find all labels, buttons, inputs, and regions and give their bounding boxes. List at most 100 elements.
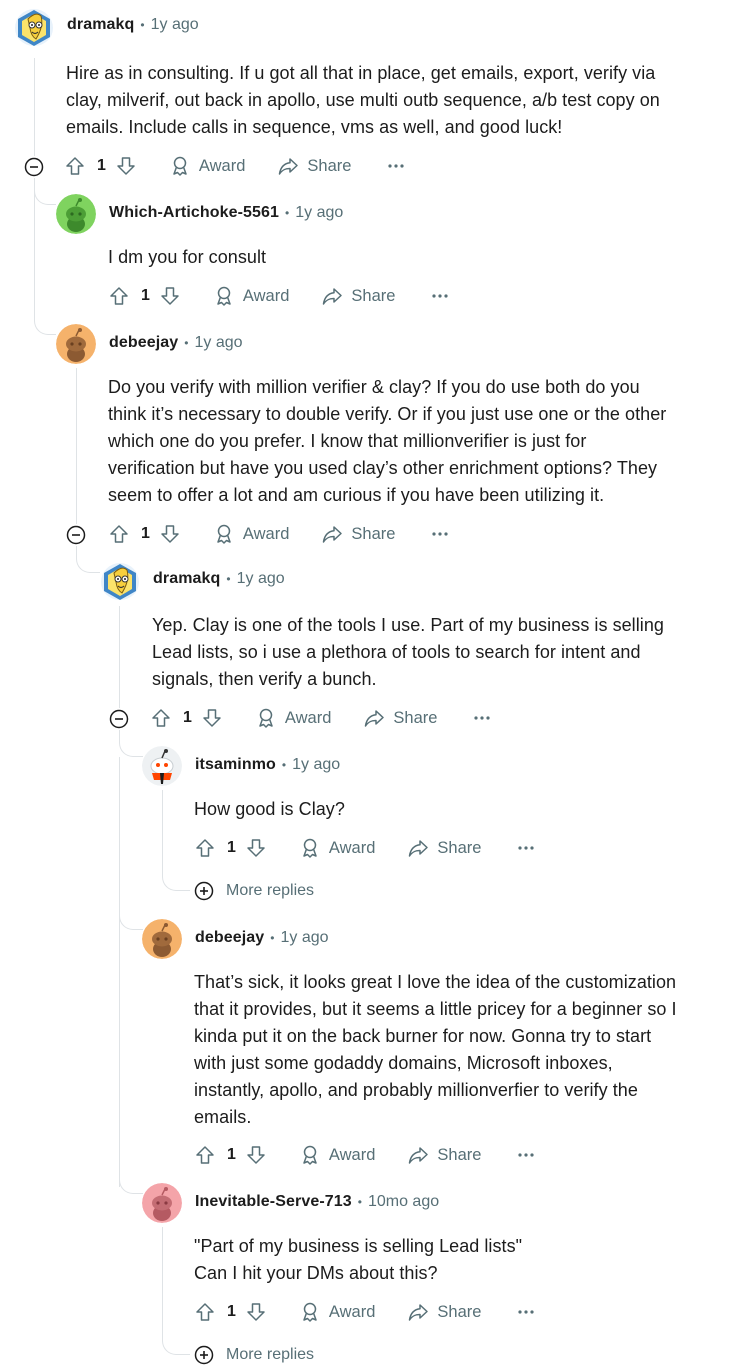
collapse-thread-button[interactable]: [66, 525, 86, 545]
more-options-button[interactable]: [431, 293, 449, 299]
downvote-button[interactable]: [245, 1144, 267, 1166]
comment-line: clay, milverif, out back in apollo, use …: [66, 90, 660, 110]
share-button[interactable]: Share: [407, 1301, 481, 1323]
comment-author[interactable]: dramakq: [153, 570, 220, 588]
share-button[interactable]: Share: [321, 523, 395, 545]
share-button[interactable]: Share: [321, 285, 395, 307]
downvote-icon: [247, 1146, 265, 1164]
snoo-pink-avatar-icon[interactable]: [142, 1183, 182, 1223]
comment-header: debeejay • 1y ago: [142, 919, 542, 959]
award-button[interactable]: Award: [299, 837, 375, 859]
more-options-button[interactable]: [517, 1152, 535, 1158]
comment-time[interactable]: 10mo ago: [368, 1193, 439, 1211]
banana-avatar-icon[interactable]: [14, 6, 54, 46]
downvote-button[interactable]: [159, 523, 181, 545]
upvote-icon: [152, 709, 170, 727]
share-button[interactable]: Share: [363, 707, 437, 729]
downvote-button[interactable]: [115, 155, 137, 177]
meta-separator: •: [357, 1195, 362, 1209]
comment-line: which one do you prefer. I know that mil…: [108, 431, 587, 451]
upvote-button[interactable]: [64, 155, 86, 177]
upvote-button[interactable]: [150, 707, 172, 729]
comment-line: emails.: [194, 1107, 252, 1127]
downvote-button[interactable]: [201, 707, 223, 729]
comment-author[interactable]: debeejay: [109, 334, 178, 352]
share-icon: [323, 526, 343, 543]
snoo-green-avatar-icon[interactable]: [56, 194, 96, 234]
more-options-button[interactable]: [517, 845, 535, 851]
award-icon: [217, 286, 231, 306]
more-horizontal-icon: [518, 1153, 535, 1157]
thread-connector: [76, 546, 100, 573]
more-replies-button[interactable]: More replies: [194, 1344, 314, 1366]
upvote-button[interactable]: [194, 1144, 216, 1166]
more-options-button[interactable]: [431, 531, 449, 537]
upvote-button[interactable]: [108, 523, 130, 545]
comment-header: dramakq • 1y ago: [14, 6, 414, 46]
downvote-button[interactable]: [245, 1301, 267, 1323]
vote-group: 1: [64, 155, 137, 177]
more-horizontal-icon: [518, 846, 535, 850]
comment-time[interactable]: 1y ago: [195, 334, 243, 352]
comment-author[interactable]: Which-Artichoke-5561: [109, 204, 279, 222]
upvote-icon: [110, 287, 128, 305]
vote-count: 1: [183, 709, 192, 726]
downvote-button[interactable]: [159, 285, 181, 307]
collapse-thread-button[interactable]: [24, 157, 44, 177]
snoo-orange-avatar-icon[interactable]: [142, 919, 182, 959]
vote-group: 1: [150, 707, 223, 729]
upvote-button[interactable]: [108, 285, 130, 307]
share-label: Share: [393, 708, 438, 727]
thread-line: [162, 1227, 163, 1327]
award-button[interactable]: Award: [213, 523, 289, 545]
thread-connector: [162, 1320, 190, 1355]
snoo-orange-avatar-icon[interactable]: [56, 324, 96, 364]
comment-author[interactable]: dramakq: [67, 16, 134, 34]
minus-circle-icon: [66, 525, 86, 545]
award-label: Award: [328, 838, 376, 857]
downvote-button[interactable]: [245, 837, 267, 859]
comment-actions: 1 Award Share: [194, 1141, 535, 1169]
more-horizontal-icon: [432, 294, 449, 298]
comment-author[interactable]: itsaminmo: [195, 756, 276, 774]
more-options-button[interactable]: [387, 163, 405, 169]
comment-time[interactable]: 1y ago: [237, 570, 285, 588]
share-button[interactable]: Share: [407, 1144, 481, 1166]
comment-time[interactable]: 1y ago: [295, 204, 343, 222]
comment-body: How good is Clay?: [194, 796, 734, 823]
more-horizontal-icon: [432, 532, 449, 536]
more-replies-button[interactable]: More replies: [194, 880, 314, 902]
award-button[interactable]: Award: [299, 1144, 375, 1166]
comment-time[interactable]: 1y ago: [292, 756, 340, 774]
share-label: Share: [351, 286, 396, 305]
more-options-button[interactable]: [517, 1309, 535, 1315]
comment-time[interactable]: 1y ago: [151, 16, 199, 34]
comment-time[interactable]: 1y ago: [281, 929, 329, 947]
meta-separator: •: [226, 572, 231, 586]
share-button[interactable]: Share: [407, 837, 481, 859]
award-button[interactable]: Award: [299, 1301, 375, 1323]
meta-separator: •: [285, 206, 290, 220]
comment-author[interactable]: Inevitable-Serve-713: [195, 1193, 352, 1211]
award-label: Award: [198, 156, 246, 175]
award-button[interactable]: Award: [169, 155, 245, 177]
comment-line: verification but have you used clay’s ot…: [108, 458, 658, 478]
award-button[interactable]: Award: [255, 707, 331, 729]
share-button[interactable]: Share: [277, 155, 351, 177]
upvote-button[interactable]: [194, 1301, 216, 1323]
more-options-button[interactable]: [473, 715, 491, 721]
downvote-icon: [117, 157, 135, 175]
comment-line: That’s sick, it looks great I love the i…: [194, 972, 677, 992]
vote-group: 1: [194, 1144, 267, 1166]
collapse-thread-button[interactable]: [109, 709, 129, 729]
comment-author[interactable]: debeejay: [195, 929, 264, 947]
upvote-button[interactable]: [194, 837, 216, 859]
share-icon: [323, 288, 343, 305]
plus-circle-icon: [194, 1345, 214, 1365]
award-button[interactable]: Award: [213, 285, 289, 307]
snoo-scarf-avatar-icon[interactable]: [142, 746, 182, 786]
comment-line: Hire as in consulting. If u got all that…: [66, 63, 656, 83]
banana-avatar-icon[interactable]: [100, 560, 140, 600]
more-replies-label: More replies: [226, 1346, 315, 1363]
share-label: Share: [437, 1302, 482, 1321]
